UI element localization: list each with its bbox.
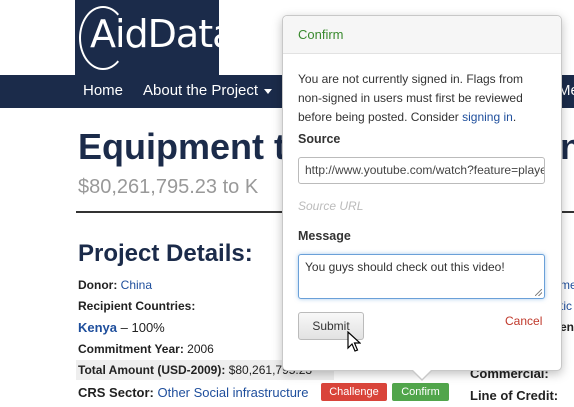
nav-about-label: About the Project xyxy=(143,82,259,99)
message-text: You guys should check out this video! xyxy=(305,260,505,274)
popover-arrow-fill xyxy=(412,369,432,379)
project-title-tail: na xyxy=(560,126,574,167)
message-label: Message xyxy=(298,229,351,243)
message-textarea[interactable]: You guys should check out this video! xyxy=(298,254,545,299)
popover-title: Confirm xyxy=(298,27,344,42)
confirm-button[interactable]: Confirm xyxy=(392,383,449,401)
commitment-label: Commitment Year: xyxy=(78,342,184,356)
source-label: Source xyxy=(298,132,341,146)
resize-handle-icon[interactable] xyxy=(535,289,542,296)
confirm-popover: Confirm You are not currently signed in.… xyxy=(282,15,562,381)
recipient-country-row: Kenya – 100% xyxy=(78,320,165,335)
chevron-down-icon xyxy=(264,88,273,94)
source-url-input[interactable]: http://www.youtube.com/watch?feature=pla… xyxy=(298,157,545,184)
line-of-credit-label: Line of Credit: xyxy=(470,388,559,403)
mouse-pointer-icon xyxy=(347,331,361,352)
project-amount: $80,261,795.23 to K xyxy=(78,176,259,198)
crs-row: CRS Sector: Other Social infrastructure xyxy=(78,385,309,400)
popover-header: Confirm xyxy=(283,16,561,54)
project-title-start: Equipment t xyxy=(78,126,286,167)
recipient-country-link[interactable]: Kenya xyxy=(78,320,117,335)
crs-link[interactable]: Other Social infrastructure xyxy=(157,385,308,400)
donor-label: Donor: xyxy=(78,278,118,292)
commitment-value: 2006 xyxy=(187,342,214,356)
logo-text: AidData xyxy=(90,12,219,56)
aiddata-logo[interactable]: AidData xyxy=(75,0,219,75)
recipient-row: Recipient Countries: xyxy=(78,299,195,313)
signin-notice: You are not currently signed in. Flags f… xyxy=(298,70,548,127)
signin-notice-end: . xyxy=(512,110,517,124)
source-url-hint: Source URL xyxy=(298,199,364,213)
signin-link[interactable]: signing in xyxy=(462,110,513,124)
cancel-link[interactable]: Cancel xyxy=(505,314,542,328)
right-fragment-3: en xyxy=(560,320,574,334)
donor-row: Donor: China xyxy=(78,278,152,292)
project-details-heading: Project Details: xyxy=(78,240,253,267)
project-title: Equipment t xyxy=(78,126,286,168)
nav-home[interactable]: Home xyxy=(83,82,123,99)
recipient-label: Recipient Countries: xyxy=(78,299,196,313)
nav-about[interactable]: About the Project xyxy=(143,82,273,99)
challenge-button[interactable]: Challenge xyxy=(321,383,387,401)
right-fragment-1[interactable]: me xyxy=(560,278,574,292)
donor-link[interactable]: China xyxy=(121,278,152,292)
total-row: Total Amount (USD-2009): $80,261,795.23 xyxy=(78,363,312,377)
commitment-row: Commitment Year: 2006 xyxy=(78,342,214,356)
recipient-share: – 100% xyxy=(117,320,165,335)
total-label: Total Amount (USD-2009): xyxy=(78,363,226,377)
crs-label: CRS Sector: xyxy=(78,385,154,400)
